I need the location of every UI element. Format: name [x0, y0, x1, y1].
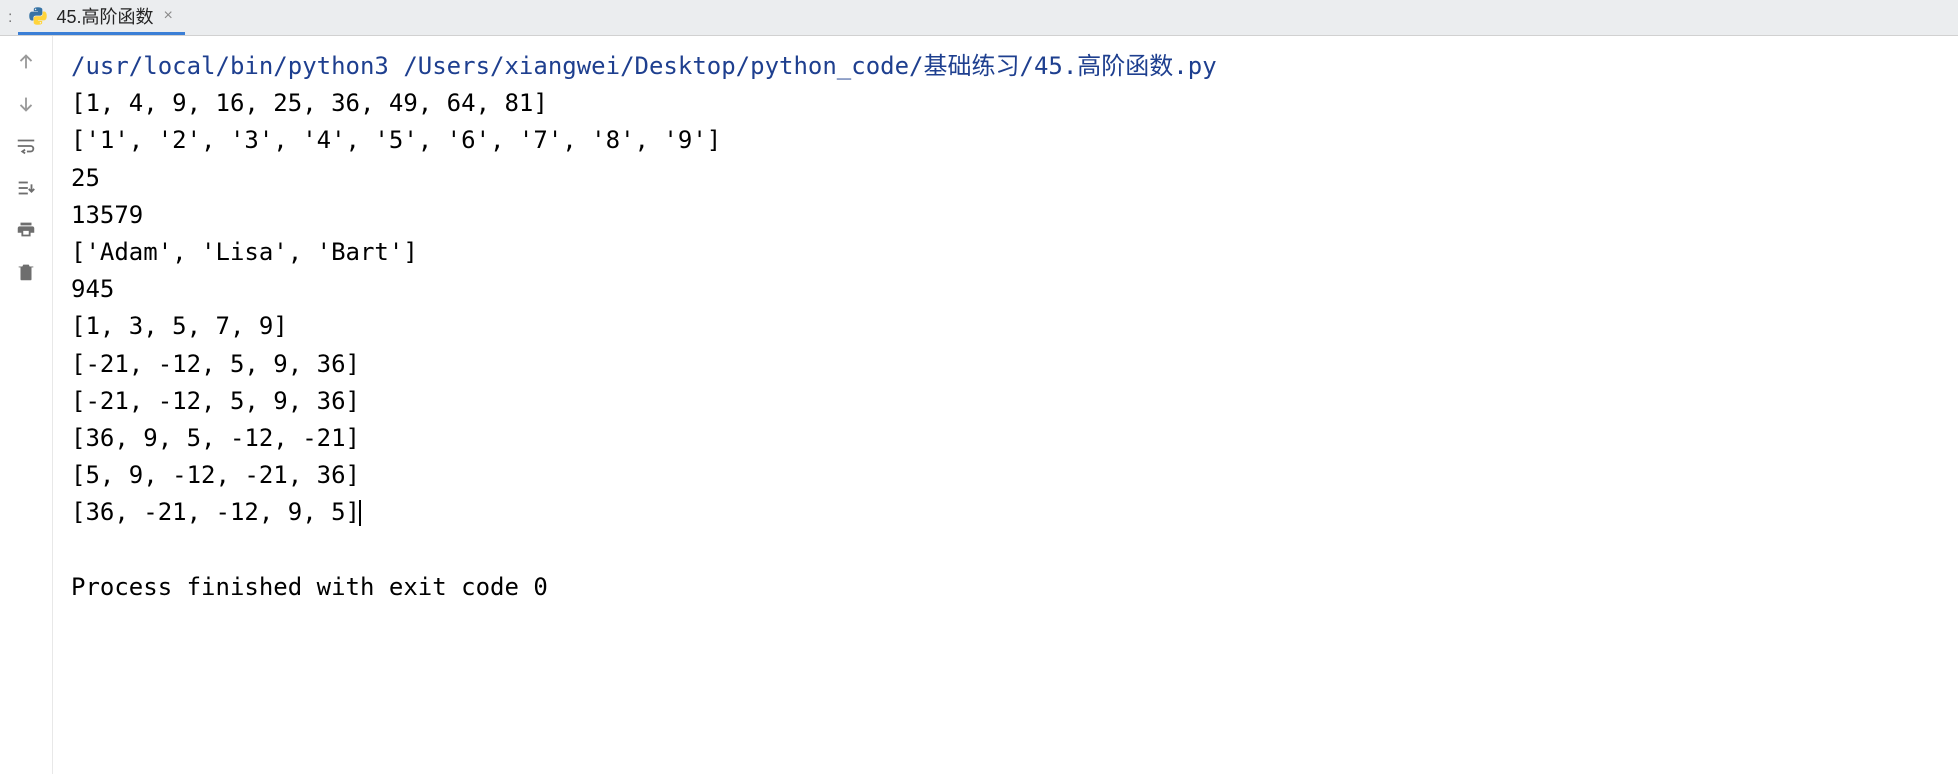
- exit-message: Process finished with exit code 0: [71, 573, 548, 601]
- command-line: /usr/local/bin/python3 /Users/xiangwei/D…: [71, 52, 1217, 80]
- tab-label: 45.高阶函数: [56, 3, 153, 29]
- output-line: [1, 4, 9, 16, 25, 36, 49, 64, 81]: [71, 89, 548, 117]
- output-line: [-21, -12, 5, 9, 36]: [71, 350, 360, 378]
- tab-bar: : 45.高阶函数 ×: [0, 0, 1958, 36]
- output-line: [36, 9, 5, -12, -21]: [71, 424, 360, 452]
- caret: [359, 500, 361, 526]
- output-line: ['1', '2', '3', '4', '5', '6', '7', '8',…: [71, 126, 721, 154]
- run-config-tab[interactable]: 45.高阶函数 ×: [18, 0, 184, 35]
- print-icon[interactable]: [14, 218, 38, 242]
- console-output[interactable]: /usr/local/bin/python3 /Users/xiangwei/D…: [53, 36, 1958, 774]
- scroll-to-end-icon[interactable]: [14, 176, 38, 200]
- output-line: ['Adam', 'Lisa', 'Bart']: [71, 238, 418, 266]
- main-area: /usr/local/bin/python3 /Users/xiangwei/D…: [0, 36, 1958, 774]
- output-line: 945: [71, 275, 114, 303]
- ide-run-panel: : 45.高阶函数 ×: [0, 0, 1958, 774]
- soft-wrap-icon[interactable]: [14, 134, 38, 158]
- tab-bar-prefix: :: [6, 0, 18, 35]
- output-line: 13579: [71, 201, 143, 229]
- output-line: [36, -21, -12, 9, 5]: [71, 498, 360, 526]
- gutter-toolbar: [0, 36, 53, 774]
- arrow-down-icon[interactable]: [14, 92, 38, 116]
- python-icon: [28, 6, 48, 26]
- output-line: [-21, -12, 5, 9, 36]: [71, 387, 360, 415]
- output-line: [1, 3, 5, 7, 9]: [71, 312, 288, 340]
- output-line: 25: [71, 164, 100, 192]
- close-icon[interactable]: ×: [163, 7, 172, 25]
- output-line: [5, 9, -12, -21, 36]: [71, 461, 360, 489]
- delete-icon[interactable]: [14, 260, 38, 284]
- arrow-up-icon[interactable]: [14, 50, 38, 74]
